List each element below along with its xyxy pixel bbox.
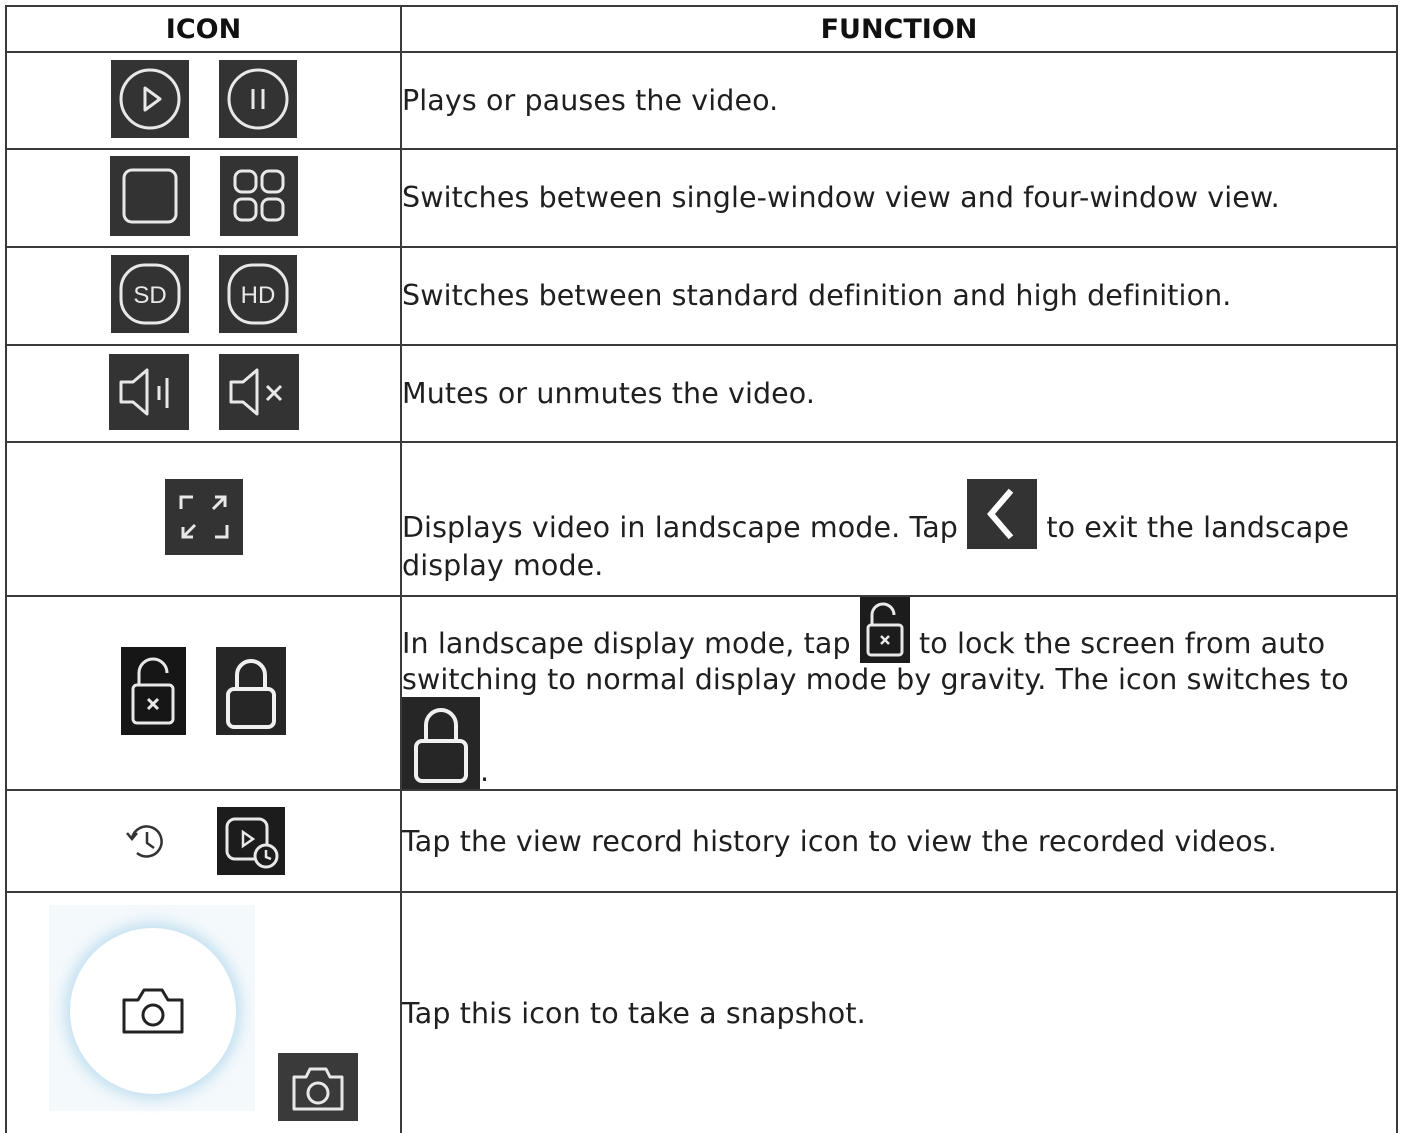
table-row: In landscape display mode, tap to lock t… bbox=[5, 594, 1398, 792]
function-text: Plays or pauses the video. bbox=[400, 51, 1398, 150]
function-column-header: FUNCTION bbox=[400, 5, 1398, 53]
table-row: Mutes or unmutes the video. bbox=[5, 344, 1398, 443]
table-row: Displays video in landscape mode. Tap to… bbox=[5, 441, 1398, 597]
table-header-row: ICON FUNCTION bbox=[5, 5, 1398, 53]
function-text: Switches between standard definition and… bbox=[400, 246, 1398, 346]
table-row: Plays or pauses the video. bbox=[5, 51, 1398, 150]
function-text: In landscape display mode, tap to lock t… bbox=[400, 594, 1398, 792]
function-text-part: . bbox=[480, 755, 490, 789]
lock-inline-icon bbox=[402, 697, 480, 790]
history-icon bbox=[123, 818, 169, 864]
snapshot-button-icon[interactable] bbox=[70, 928, 236, 1095]
svg-text:HD: HD bbox=[240, 282, 275, 309]
icon-cell bbox=[5, 441, 402, 597]
function-text-part: Displays video in landscape mode. Tap bbox=[402, 511, 958, 545]
icon-cell bbox=[5, 789, 402, 894]
sd-icon: SD bbox=[110, 255, 189, 333]
svg-text:SD: SD bbox=[133, 282, 166, 309]
camera-icon bbox=[278, 1053, 358, 1122]
lock-icon bbox=[216, 647, 286, 736]
icon-function-table: ICON FUNCTION Plays or pauses the video. bbox=[5, 5, 1398, 1133]
table-row: SD HD Switches between standard definiti… bbox=[5, 246, 1398, 346]
icon-column-header: ICON bbox=[5, 5, 402, 53]
speaker-muted-icon bbox=[218, 353, 299, 430]
icon-cell: SD HD bbox=[5, 246, 402, 346]
speaker-icon bbox=[108, 353, 189, 430]
unlock-icon bbox=[121, 647, 186, 736]
function-text: Mutes or unmutes the video. bbox=[400, 344, 1398, 443]
function-text: Tap this icon to take a snapshot. bbox=[400, 891, 1398, 1133]
function-text: Switches between single-window view and … bbox=[400, 148, 1398, 248]
table-row: Switches between single-window view and … bbox=[5, 148, 1398, 248]
icon-cell bbox=[5, 891, 402, 1133]
fullscreen-icon bbox=[164, 479, 243, 555]
table-row: Tap the view record history icon to view… bbox=[5, 789, 1398, 894]
pause-circle-icon bbox=[218, 59, 297, 138]
icon-cell bbox=[5, 148, 402, 248]
table-row: Tap this icon to take a snapshot. bbox=[5, 891, 1398, 1133]
icon-cell bbox=[5, 594, 402, 792]
function-text: Displays video in landscape mode. Tap to… bbox=[400, 441, 1398, 597]
four-window-icon bbox=[219, 156, 298, 236]
icon-cell bbox=[5, 51, 402, 150]
function-text: Tap the view record history icon to view… bbox=[400, 789, 1398, 894]
function-text-part: In landscape display mode, tap bbox=[402, 627, 851, 660]
back-chevron-icon bbox=[967, 479, 1038, 550]
single-window-icon bbox=[109, 156, 190, 236]
unlock-inline-icon bbox=[859, 597, 910, 663]
play-circle-icon bbox=[110, 59, 189, 138]
record-history-icon bbox=[216, 807, 285, 876]
hd-icon: HD bbox=[218, 255, 297, 333]
icon-cell bbox=[5, 344, 402, 443]
